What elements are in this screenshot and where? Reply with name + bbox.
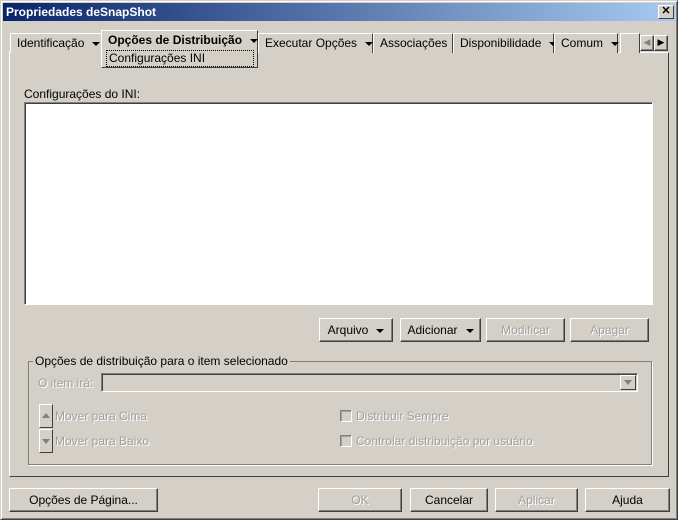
arrow-right-icon: ▶ xyxy=(657,37,665,47)
per-user-label: Controlar distribuição por usuário xyxy=(356,434,533,448)
page-options-button[interactable]: Opções de Página... xyxy=(9,488,158,512)
move-down-label: Mover para Baixo xyxy=(55,434,150,448)
chevron-down-icon xyxy=(376,328,385,333)
ini-settings-label: Configurações do INI: xyxy=(24,87,141,101)
distribute-always-label: Distribuir Sempre xyxy=(356,409,449,423)
help-button[interactable]: Ajuda xyxy=(585,488,670,512)
ok-button[interactable]: OK xyxy=(318,488,402,512)
item-action-select[interactable] xyxy=(101,373,638,392)
item-action-label: O item irá: xyxy=(38,376,94,390)
tab-label: Identificação xyxy=(17,36,85,50)
ini-settings-list[interactable] xyxy=(24,102,653,305)
per-user-checkbox[interactable] xyxy=(340,435,352,447)
tab-scroll-right-button[interactable]: ▶ xyxy=(654,35,668,51)
tab-label: Disponibilidade xyxy=(460,36,542,50)
distribute-always-checkbox[interactable] xyxy=(340,410,352,422)
tab-overflow[interactable] xyxy=(620,33,640,53)
file-menu-button[interactable]: Arquivo xyxy=(319,318,393,342)
apply-button[interactable]: Aplicar xyxy=(495,488,578,512)
chevron-down-icon xyxy=(611,41,620,46)
arrow-left-icon: ◀ xyxy=(643,37,651,47)
dropdown-button[interactable] xyxy=(620,375,636,390)
window-title: Propriedades deSnapShot xyxy=(6,5,157,19)
move-up-label: Mover para Cima xyxy=(55,409,148,423)
close-button[interactable]: ✕ xyxy=(658,5,674,19)
group-title: Opções de distribuição para o item selec… xyxy=(33,354,290,368)
delete-button[interactable]: Apagar xyxy=(570,318,649,342)
tab-comum[interactable]: Comum xyxy=(554,33,620,53)
subpage-configuracoes-ini[interactable]: Configurações INI xyxy=(106,50,254,67)
tab-executar-opcoes[interactable]: Executar Opções xyxy=(258,33,374,53)
tab-disponibilidade[interactable]: Disponibilidade xyxy=(453,33,558,53)
modify-button[interactable]: Modificar xyxy=(486,318,565,342)
close-icon: ✕ xyxy=(661,5,671,17)
cancel-button[interactable]: Cancelar xyxy=(410,488,488,512)
arrow-down-icon xyxy=(42,439,50,444)
tab-scroll-left-button[interactable]: ◀ xyxy=(640,35,654,51)
chevron-down-icon xyxy=(465,328,474,333)
tab-associacoes[interactable]: Associações xyxy=(373,33,453,53)
chevron-down-icon xyxy=(624,380,632,385)
chevron-down-icon xyxy=(365,41,374,46)
button-label: Arquivo xyxy=(327,323,369,337)
tab-label: Comum xyxy=(561,36,604,50)
tab-label: Opções de Distribuição xyxy=(108,33,243,47)
add-menu-button[interactable]: Adicionar xyxy=(400,318,481,342)
title-bar: Propriedades deSnapShot xyxy=(3,3,675,21)
chevron-down-icon xyxy=(250,38,259,43)
tab-label: Executar Opções xyxy=(265,36,358,50)
tab-opcoes-distribuicao[interactable]: Opções de Distribuição Configurações INI xyxy=(101,30,259,68)
move-down-button[interactable] xyxy=(39,429,53,453)
move-up-button[interactable] xyxy=(39,404,53,428)
arrow-up-icon xyxy=(42,413,50,418)
tab-identificacao[interactable]: Identificação xyxy=(10,33,102,53)
button-label: Adicionar xyxy=(407,323,458,337)
chevron-down-icon xyxy=(92,41,101,46)
tab-label: Associações xyxy=(380,36,448,50)
